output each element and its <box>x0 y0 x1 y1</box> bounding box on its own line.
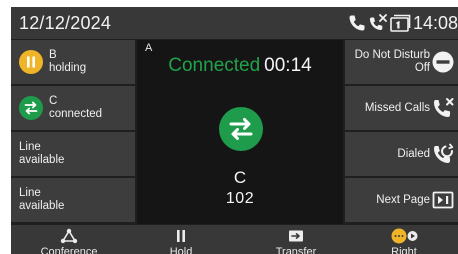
missed-calls-icon <box>431 96 455 120</box>
status-icons: 14:08 <box>347 12 458 34</box>
line-key-status: connected <box>49 108 103 120</box>
soft-key-label: Transfer <box>275 246 317 254</box>
soft-key-label: Missed Calls <box>364 102 430 114</box>
call-status: Connected 00:14 <box>137 55 343 77</box>
message-waiting-icon <box>389 13 411 33</box>
line-key-title: C <box>49 95 58 107</box>
line-key-c[interactable]: C connected <box>11 86 135 130</box>
call-state: Connected <box>168 55 261 76</box>
soft-key-label: Right <box>391 246 417 254</box>
soft-key-label: Next Page <box>376 194 430 206</box>
status-bar: 12/12/2024 14:08 <box>11 7 458 39</box>
pause-icon <box>131 228 231 244</box>
transfer-button[interactable]: Transfer <box>246 225 346 254</box>
dialed-key[interactable]: Dialed <box>345 132 458 176</box>
missed-calls-key[interactable]: Missed Calls <box>345 86 458 130</box>
line-key-title: Line <box>19 141 41 153</box>
transfer-icon <box>246 228 346 244</box>
line-key-available-2[interactable]: Line available <box>11 178 135 222</box>
do-not-disturb-icon <box>431 50 455 74</box>
party-name: C <box>233 168 247 187</box>
transfer-arrows-icon <box>19 96 43 120</box>
hold-button[interactable]: Hold <box>131 225 231 254</box>
soft-key-label: Conference <box>40 246 98 254</box>
phone-screen: 12/12/2024 14:08 B holding C connected L… <box>11 7 458 254</box>
next-page-key[interactable]: Next Page <box>345 178 458 222</box>
line-key-status: available <box>19 154 65 166</box>
do-not-disturb-key[interactable]: Do Not Disturb Off <box>345 40 458 84</box>
soft-key-label: Dialed <box>397 148 430 160</box>
phone-icon <box>347 13 367 33</box>
line-key-title: Line <box>19 187 41 199</box>
date-display: 12/12/2024 <box>19 13 112 33</box>
active-call-panel: A Connected 00:14 C 102 <box>137 40 343 224</box>
line-indicator: A <box>145 42 153 54</box>
clock-display: 14:08 <box>412 12 458 33</box>
line-key-status: available <box>19 200 65 212</box>
conference-button[interactable]: Conference <box>19 225 119 254</box>
line-key-status: holding <box>49 62 87 74</box>
call-timer: 00:14 <box>264 55 312 76</box>
next-page-icon <box>431 188 455 212</box>
soft-key-sublabel: Off <box>414 62 430 74</box>
dialed-calls-icon <box>431 142 455 166</box>
line-key-title: B <box>49 49 57 61</box>
right-button[interactable]: Right <box>354 225 454 254</box>
line-key-b[interactable]: B holding <box>11 40 135 84</box>
pause-icon <box>19 50 43 74</box>
right-dots-icon <box>354 228 454 244</box>
party-number: 102 <box>225 190 255 207</box>
line-key-available-1[interactable]: Line available <box>11 132 135 176</box>
conference-icon <box>19 228 119 244</box>
soft-key-label: Hold <box>169 246 193 254</box>
missed-call-icon <box>367 13 389 33</box>
soft-key-label: Do Not Disturb <box>354 49 430 61</box>
bottom-soft-key-bar: Conference Hold Transfer Right <box>11 225 458 254</box>
transfer-arrows-icon <box>219 107 263 151</box>
